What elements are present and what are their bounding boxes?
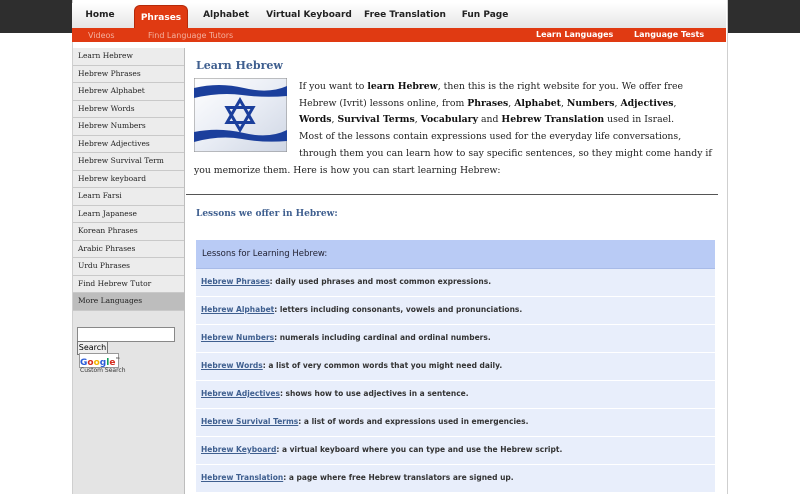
nav-home[interactable]: Home	[72, 3, 128, 28]
sub-nav-learn-languages[interactable]: Learn Languages	[536, 28, 613, 42]
sub-nav-ghost-videos: Videos	[88, 31, 115, 40]
lesson-link-words[interactable]: Hebrew Words	[201, 361, 263, 370]
sidebar-item-hebrew-phrases[interactable]: Hebrew Phrases	[73, 65, 184, 83]
nav-virtual-keyboard[interactable]: Virtual Keyboard	[264, 3, 354, 28]
lesson-link-alphabet[interactable]: Hebrew Alphabet	[201, 305, 274, 314]
lessons-table-header: Lessons for Learning Hebrew:	[196, 240, 715, 269]
lessons-heading: Lessons we offer in Hebrew:	[196, 209, 338, 219]
sidebar-item-korean-phrases[interactable]: Korean Phrases	[73, 223, 184, 241]
search-input[interactable]	[77, 327, 175, 342]
lesson-link-numbers[interactable]: Hebrew Numbers	[201, 333, 274, 342]
nav-free-translation[interactable]: Free Translation	[364, 3, 446, 28]
sidebar-item-hebrew-alphabet[interactable]: Hebrew Alphabet	[73, 83, 184, 101]
lesson-row: Hebrew Adjectives: shows how to use adje…	[196, 381, 715, 409]
lesson-link-survival-terms[interactable]: Hebrew Survival Terms	[201, 417, 298, 426]
sidebar-item-hebrew-survival-term[interactable]: Hebrew Survival Term	[73, 153, 184, 171]
page-title: Learn Hebrew	[196, 59, 283, 72]
lesson-link-adjectives[interactable]: Hebrew Adjectives	[201, 389, 280, 398]
section-divider	[186, 194, 718, 195]
lesson-row: Hebrew Survival Terms: a list of words a…	[196, 409, 715, 437]
sidebar-item-hebrew-numbers[interactable]: Hebrew Numbers	[73, 118, 184, 136]
nav-alphabet[interactable]: Alphabet	[194, 3, 258, 28]
lesson-row: Hebrew Keyboard: a virtual keyboard wher…	[196, 437, 715, 465]
sidebar-item-hebrew-words[interactable]: Hebrew Words	[73, 100, 184, 118]
lesson-row: Hebrew Alphabet: letters including conso…	[196, 297, 715, 325]
sidebar-item-learn-hebrew[interactable]: Learn Hebrew	[73, 48, 184, 66]
sidebar-item-more-languages[interactable]: More Languages	[73, 293, 184, 311]
lesson-row: Hebrew Translation: a page where free He…	[196, 465, 715, 493]
lesson-link-phrases[interactable]: Hebrew Phrases	[201, 277, 270, 286]
sidebar-item-learn-japanese[interactable]: Learn Japanese	[73, 205, 184, 223]
sidebar-item-urdu-phrases[interactable]: Urdu Phrases	[73, 258, 184, 276]
sub-nav: Videos Find Language Tutors Learn Langua…	[72, 28, 726, 42]
custom-search-caption: Custom Search	[80, 367, 126, 374]
sub-nav-ghost-tutors: Find Language Tutors	[148, 31, 234, 40]
google-logo: Google™	[79, 353, 120, 368]
main-nav: Home Phrases Alphabet Virtual Keyboard F…	[72, 3, 726, 33]
nav-fun-page[interactable]: Fun Page	[456, 3, 514, 28]
sub-nav-language-tests[interactable]: Language Tests	[634, 28, 704, 42]
intro-text: If you want to learn Hebrew, then this i…	[194, 81, 712, 176]
lesson-row: Hebrew Phrases: daily used phrases and m…	[196, 269, 715, 297]
sidebar-item-hebrew-adjectives[interactable]: Hebrew Adjectives	[73, 135, 184, 153]
lesson-row: Hebrew Words: a list of very common word…	[196, 353, 715, 381]
lesson-link-translation[interactable]: Hebrew Translation	[201, 473, 283, 482]
lesson-row: Hebrew Numbers: numerals including cardi…	[196, 325, 715, 353]
lesson-link-keyboard[interactable]: Hebrew Keyboard	[201, 445, 276, 454]
sidebar: Learn Hebrew Hebrew Phrases Hebrew Alpha…	[73, 48, 185, 494]
sidebar-item-hebrew-keyboard[interactable]: Hebrew keyboard	[73, 170, 184, 188]
sidebar-item-arabic-phrases[interactable]: Arabic Phrases	[73, 240, 184, 258]
sidebar-item-learn-farsi[interactable]: Learn Farsi	[73, 188, 184, 206]
sidebar-item-find-hebrew-tutor[interactable]: Find Hebrew Tutor	[73, 275, 184, 293]
